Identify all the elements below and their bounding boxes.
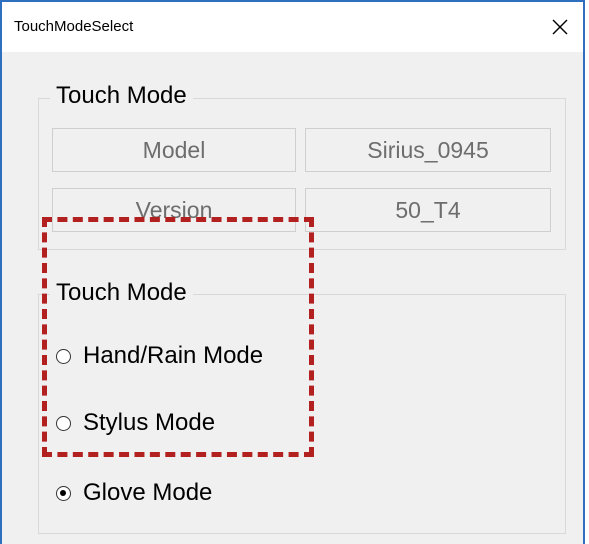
close-icon[interactable] <box>547 14 573 40</box>
version-key-field: Version <box>52 188 296 232</box>
glove-mode-option[interactable]: Glove Mode <box>56 479 212 507</box>
title-bar: TouchModeSelect <box>2 2 583 52</box>
touch-mode-select-window: TouchModeSelect Touch Mode Model Sirius_… <box>0 0 585 544</box>
radio-icon[interactable] <box>56 348 71 364</box>
info-group-label: Touch Mode <box>50 82 193 110</box>
window-title: TouchModeSelect <box>14 18 134 35</box>
stylus-mode-option[interactable]: Stylus Mode <box>56 409 215 437</box>
radio-icon[interactable] <box>56 415 71 431</box>
hand-rain-mode-option[interactable]: Hand/Rain Mode <box>56 342 263 370</box>
mode-group-label: Touch Mode <box>50 279 193 307</box>
version-value-field: 50_T4 <box>305 188 551 232</box>
model-value-field: Sirius_0945 <box>305 128 551 172</box>
stylus-mode-label: Stylus Mode <box>83 409 216 436</box>
model-key-field: Model <box>52 128 296 172</box>
radio-selected-icon[interactable] <box>56 485 71 501</box>
hand-rain-mode-label: Hand/Rain Mode <box>83 342 264 369</box>
glove-mode-label: Glove Mode <box>83 479 213 506</box>
